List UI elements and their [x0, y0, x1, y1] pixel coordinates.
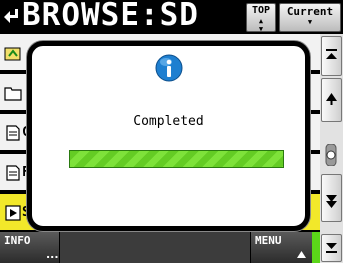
info-button-label: INFO — [4, 234, 31, 247]
dialog-message: Completed — [133, 114, 204, 129]
menu-up-arrow-icon — [297, 251, 306, 258]
playlist-icon — [5, 205, 21, 221]
progress-bar-fill — [70, 151, 283, 167]
document-icon — [6, 165, 20, 181]
folder-up-icon — [4, 47, 21, 61]
back-arrow-icon[interactable] — [2, 6, 20, 28]
scroll-bottom-icon — [326, 243, 337, 253]
scrollbar[interactable] — [320, 34, 343, 263]
current-button-label: Current — [286, 5, 334, 18]
top-button[interactable]: TOP ▲ ▼ — [246, 3, 276, 33]
scroll-up-button[interactable] — [321, 78, 342, 122]
progress-bar — [69, 150, 284, 168]
menu-button-label: MENU — [255, 234, 282, 247]
info-more-icon: ... — [46, 248, 59, 261]
info-button[interactable]: INFO ... — [0, 232, 60, 263]
scroll-top-icon — [326, 49, 337, 59]
scroll-up-icon — [326, 93, 337, 105]
scroll-bottom-button[interactable] — [321, 234, 342, 262]
top-arrow-icon: ▲ ▼ — [258, 17, 264, 33]
folder-icon — [4, 87, 22, 101]
menu-button[interactable]: MENU — [250, 232, 312, 263]
status-indicator — [312, 232, 320, 263]
current-button[interactable]: Current ▼ — [279, 3, 341, 32]
scroll-knob-icon[interactable] — [324, 144, 338, 166]
bottom-bar: INFO ... MENU — [0, 232, 320, 263]
current-arrow-icon: ▼ — [307, 18, 313, 26]
header-bar: BROWSE:SD TOP ▲ ▼ Current ▼ — [0, 0, 343, 34]
scroll-down-icon — [326, 195, 337, 208]
info-icon — [155, 54, 183, 82]
page-title: BROWSE:SD — [22, 0, 199, 33]
document-icon — [6, 125, 20, 141]
top-button-label: TOP — [251, 5, 271, 16]
scroll-down-button[interactable] — [321, 174, 342, 222]
completion-dialog: Completed — [27, 41, 310, 231]
scroll-top-button[interactable] — [321, 36, 342, 76]
